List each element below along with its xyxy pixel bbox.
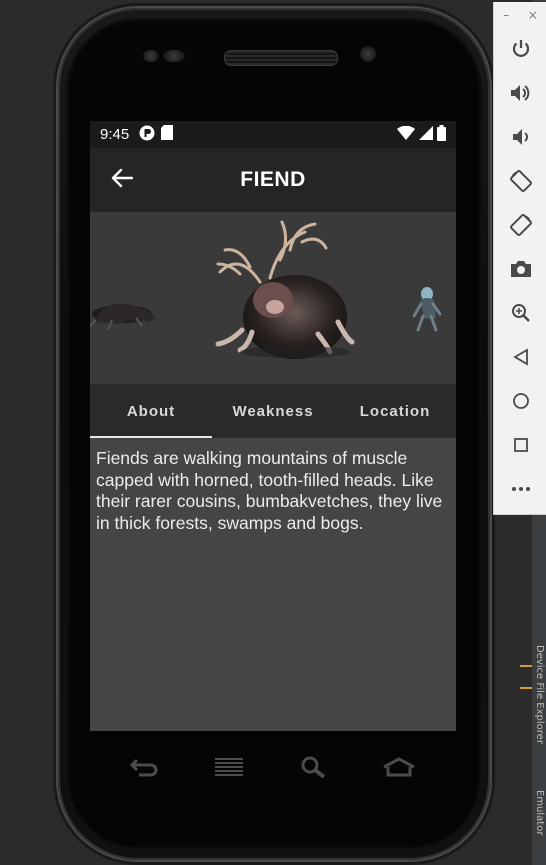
tab-about-label: About: [126, 402, 176, 420]
cell-signal-icon: [419, 125, 433, 144]
home-icon: [382, 757, 416, 781]
hw-search-button[interactable]: [297, 756, 329, 782]
back-arrow-icon: [129, 757, 159, 781]
volume-up-button[interactable]: [494, 76, 546, 110]
monster-gallery-image: [90, 220, 442, 359]
home-circle-icon: [512, 392, 530, 410]
phone-sensor: [143, 50, 159, 62]
page-title: FIEND: [240, 168, 306, 191]
ide-marker-2: [520, 687, 532, 689]
emulator-overview-button[interactable]: [494, 428, 546, 462]
tab-bar: About Weakness Location: [90, 384, 456, 438]
hw-back-button[interactable]: [128, 756, 160, 782]
wifi-icon: [397, 125, 415, 144]
app-screen: 9:45 FIEND About Weakness Location Fiend…: [90, 121, 456, 731]
rotate-left-icon: [509, 169, 533, 193]
emulator-toolbar: – ×: [493, 2, 546, 515]
volume-down-button[interactable]: [494, 120, 546, 154]
power-icon: [511, 39, 531, 59]
ide-marker-1: [520, 665, 532, 667]
tab-location-label: Location: [359, 402, 431, 420]
tab-weakness[interactable]: Weakness: [212, 384, 334, 438]
volume-down-icon: [511, 127, 531, 147]
more-icon: [511, 486, 531, 492]
minimize-button[interactable]: –: [503, 8, 509, 22]
back-triangle-icon: [512, 348, 529, 366]
rotate-right-icon: [509, 213, 533, 237]
more-button[interactable]: [494, 472, 546, 506]
rotate-right-button[interactable]: [494, 208, 546, 242]
left-monster-thumbnail: [90, 303, 156, 331]
zoom-button[interactable]: [494, 296, 546, 330]
emulator-home-button[interactable]: [494, 384, 546, 418]
phone-speaker: [224, 50, 338, 66]
tab-location[interactable]: Location: [334, 384, 456, 438]
sd-card-icon: [161, 125, 174, 144]
volume-up-icon: [510, 83, 532, 103]
battery-icon: [437, 124, 446, 145]
hw-home-button[interactable]: [381, 756, 417, 782]
phone-sensor-2: [163, 50, 185, 62]
camera-icon: [510, 260, 532, 278]
search-icon: [300, 756, 326, 782]
tab-about[interactable]: About: [90, 384, 212, 438]
phone-front-camera: [360, 46, 376, 62]
zoom-icon: [511, 303, 531, 323]
fiend-main-image: [215, 220, 355, 359]
back-button[interactable]: [108, 166, 136, 194]
arrow-back-icon: [111, 168, 134, 192]
hw-menu-button[interactable]: [213, 756, 245, 782]
status-time: 9:45: [100, 126, 130, 143]
status-bar: 9:45: [90, 121, 456, 148]
screenshot-button[interactable]: [494, 252, 546, 286]
right-monster-thumbnail: [412, 287, 442, 332]
monster-image-carousel[interactable]: [90, 212, 456, 384]
about-description: Fiends are walking mountains of muscle c…: [96, 448, 443, 533]
overview-square-icon: [513, 437, 529, 453]
power-button[interactable]: [494, 32, 546, 66]
tab-weakness-label: Weakness: [232, 402, 314, 420]
rotate-left-button[interactable]: [494, 164, 546, 198]
app-bar: FIEND: [90, 148, 456, 212]
emulator-back-button[interactable]: [494, 340, 546, 374]
emulator-window-controls: – ×: [494, 2, 546, 28]
notification-app-icon: [139, 125, 155, 145]
close-button[interactable]: ×: [528, 8, 538, 22]
device-file-explorer-tab[interactable]: Device File Explorer: [534, 645, 545, 744]
emulator-tab[interactable]: Emulator: [534, 790, 545, 835]
menu-lines-icon: [214, 757, 244, 781]
